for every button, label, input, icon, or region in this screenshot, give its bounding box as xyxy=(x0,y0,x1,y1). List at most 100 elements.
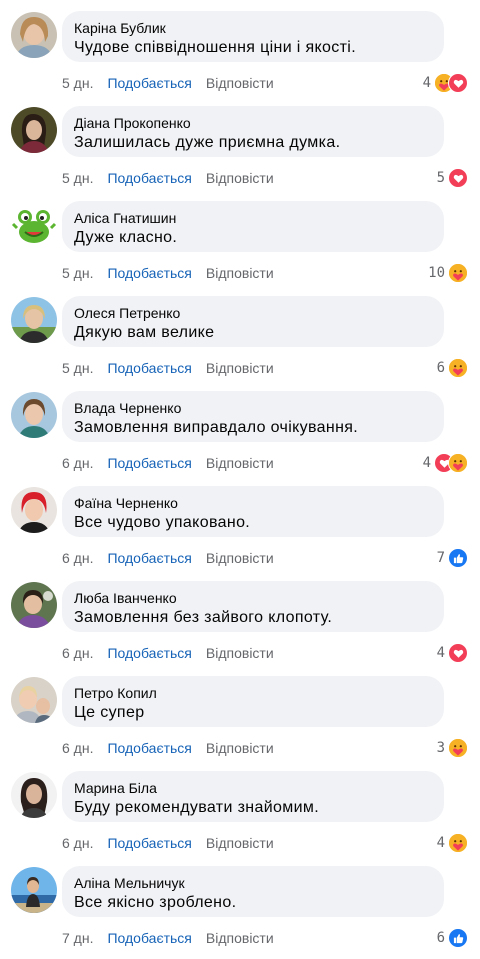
reply-button[interactable]: Відповісти xyxy=(206,834,274,852)
reaction-count: 4 xyxy=(436,645,445,661)
comment-text: Залишилась дуже приємна думка. xyxy=(74,134,341,151)
like-button[interactable]: Подобається xyxy=(107,739,191,757)
comment-actions: 6 дн. Подобається Відповісти xyxy=(62,549,274,567)
reaction-count: 6 xyxy=(436,930,445,946)
like-button[interactable]: Подобається xyxy=(107,264,191,282)
comment-bubble: Марина Біла Буду рекомендувати знайомим. xyxy=(62,771,444,822)
avatar[interactable] xyxy=(11,487,57,533)
comment-bubble: Влада Черненко Замовлення виправдало очік… xyxy=(62,391,444,442)
comment-item: Влада Черненко Замовлення виправдало очік… xyxy=(0,380,480,475)
care-icon xyxy=(448,738,468,758)
avatar[interactable] xyxy=(11,12,57,58)
comment-item: Олеся Петренко Дякую вам велике 5 дн. Подоб… xyxy=(0,285,480,380)
commenter-name[interactable]: Фаїна Черненко xyxy=(74,495,432,511)
like-button[interactable]: Подобається xyxy=(107,359,191,377)
commenter-name[interactable]: Петро Копил xyxy=(74,685,432,701)
reactions-summary[interactable]: 10 xyxy=(428,262,468,284)
comment-text: Все чудово упаковано. xyxy=(74,514,251,531)
reaction-count: 6 xyxy=(436,360,445,376)
reply-button[interactable]: Відповісти xyxy=(206,929,274,947)
comment-bubble: Аліса Гнатишин Дуже класно. xyxy=(62,201,444,252)
comment-text: Все якісно зроблено. xyxy=(74,894,237,911)
comment-actions: 5 дн. Подобається Відповісти xyxy=(62,169,274,187)
reply-button[interactable]: Відповісти xyxy=(206,549,274,567)
reactions-summary[interactable]: 5 xyxy=(437,167,468,189)
like-button[interactable]: Подобається xyxy=(107,74,191,92)
like-button[interactable]: Подобається xyxy=(107,169,191,187)
reply-button[interactable]: Відповісти xyxy=(206,454,274,472)
like-button[interactable]: Подобається xyxy=(107,549,191,567)
comment-timestamp[interactable]: 6 дн. xyxy=(62,834,93,852)
comment-actions: 5 дн. Подобається Відповісти xyxy=(62,74,274,92)
comment-item: Каріна Бублик Чудове співвідношення ціни … xyxy=(0,0,480,95)
commenter-name[interactable]: Діана Прокопенко xyxy=(74,115,432,131)
reply-button[interactable]: Відповісти xyxy=(206,169,274,187)
commenter-name[interactable]: Аліса Гнатишин xyxy=(74,210,432,226)
comment-bubble: Діана Прокопенко Залишилась дуже приємна … xyxy=(62,106,444,157)
reply-button[interactable]: Відповісти xyxy=(206,264,274,282)
like-button[interactable]: Подобається xyxy=(107,454,191,472)
commenter-name[interactable]: Каріна Бублик xyxy=(74,20,432,36)
comment-actions: 6 дн. Подобається Відповісти xyxy=(62,454,274,472)
reactions-summary[interactable]: 6 xyxy=(437,357,468,379)
avatar[interactable] xyxy=(11,772,57,818)
comment-timestamp[interactable]: 6 дн. xyxy=(62,739,93,757)
comment-timestamp[interactable]: 5 дн. xyxy=(62,264,93,282)
avatar[interactable] xyxy=(11,297,57,343)
reactions-summary[interactable]: 6 xyxy=(437,927,468,949)
comment-item: Люба Іванченко Замовлення без зайвого кло… xyxy=(0,570,480,665)
comment-timestamp[interactable]: 6 дн. xyxy=(62,454,93,472)
comment-timestamp[interactable]: 5 дн. xyxy=(62,74,93,92)
comment-timestamp[interactable]: 5 дн. xyxy=(62,169,93,187)
reaction-icons xyxy=(448,263,468,283)
like-button[interactable]: Подобається xyxy=(107,644,191,662)
avatar[interactable] xyxy=(11,107,57,153)
commenter-name[interactable]: Люба Іванченко xyxy=(74,590,432,606)
commenter-name[interactable]: Аліна Мельничук xyxy=(74,875,432,891)
avatar[interactable] xyxy=(11,677,57,723)
reaction-icons xyxy=(448,643,468,663)
commenter-name[interactable]: Марина Біла xyxy=(74,780,432,796)
reactions-summary[interactable]: 4 xyxy=(437,832,468,854)
love-icon xyxy=(448,168,468,188)
commenter-name[interactable]: Олеся Петренко xyxy=(74,305,432,321)
reactions-summary[interactable]: 4 xyxy=(423,452,468,474)
comment-text: Замовлення виправдало очікування. xyxy=(74,419,359,436)
reaction-count: 4 xyxy=(422,455,431,471)
like-button[interactable]: Подобається xyxy=(107,929,191,947)
reaction-count: 10 xyxy=(428,265,445,281)
comment-text: Дякую вам велике xyxy=(74,324,215,341)
reactions-summary[interactable]: 4 xyxy=(437,642,468,664)
reply-button[interactable]: Відповісти xyxy=(206,739,274,757)
comment-actions: 6 дн. Подобається Відповісти xyxy=(62,739,274,757)
care-icon xyxy=(448,358,468,378)
comment-actions: 5 дн. Подобається Відповісти xyxy=(62,264,274,282)
comment-item: Фаїна Черненко Все чудово упаковано. 6 дн.… xyxy=(0,475,480,570)
avatar[interactable] xyxy=(11,582,57,628)
avatar[interactable] xyxy=(11,202,57,248)
reply-button[interactable]: Відповісти xyxy=(206,359,274,377)
reaction-count: 4 xyxy=(436,835,445,851)
comments-list: Каріна Бублик Чудове співвідношення ціни … xyxy=(0,0,480,950)
comment-bubble: Олеся Петренко Дякую вам велике xyxy=(62,296,444,347)
comment-timestamp[interactable]: 6 дн. xyxy=(62,549,93,567)
care-icon xyxy=(448,833,468,853)
reaction-count: 3 xyxy=(436,740,445,756)
comment-timestamp[interactable]: 6 дн. xyxy=(62,644,93,662)
avatar[interactable] xyxy=(11,867,57,913)
comment-timestamp[interactable]: 7 дн. xyxy=(62,929,93,947)
reactions-summary[interactable]: 4 xyxy=(423,72,468,94)
comment-item: Марина Біла Буду рекомендувати знайомим. 6… xyxy=(0,760,480,855)
comment-text: Замовлення без зайвого клопоту. xyxy=(74,609,333,626)
reactions-summary[interactable]: 3 xyxy=(437,737,468,759)
comment-item: Діана Прокопенко Залишилась дуже приємна … xyxy=(0,95,480,190)
like-button[interactable]: Подобається xyxy=(107,834,191,852)
comment-timestamp[interactable]: 5 дн. xyxy=(62,359,93,377)
reactions-summary[interactable]: 7 xyxy=(437,547,468,569)
avatar[interactable] xyxy=(11,392,57,438)
reply-button[interactable]: Відповісти xyxy=(206,74,274,92)
reply-button[interactable]: Відповісти xyxy=(206,644,274,662)
reaction-icons xyxy=(434,453,468,473)
comment-actions: 6 дн. Подобається Відповісти xyxy=(62,644,274,662)
commenter-name[interactable]: Влада Черненко xyxy=(74,400,432,416)
